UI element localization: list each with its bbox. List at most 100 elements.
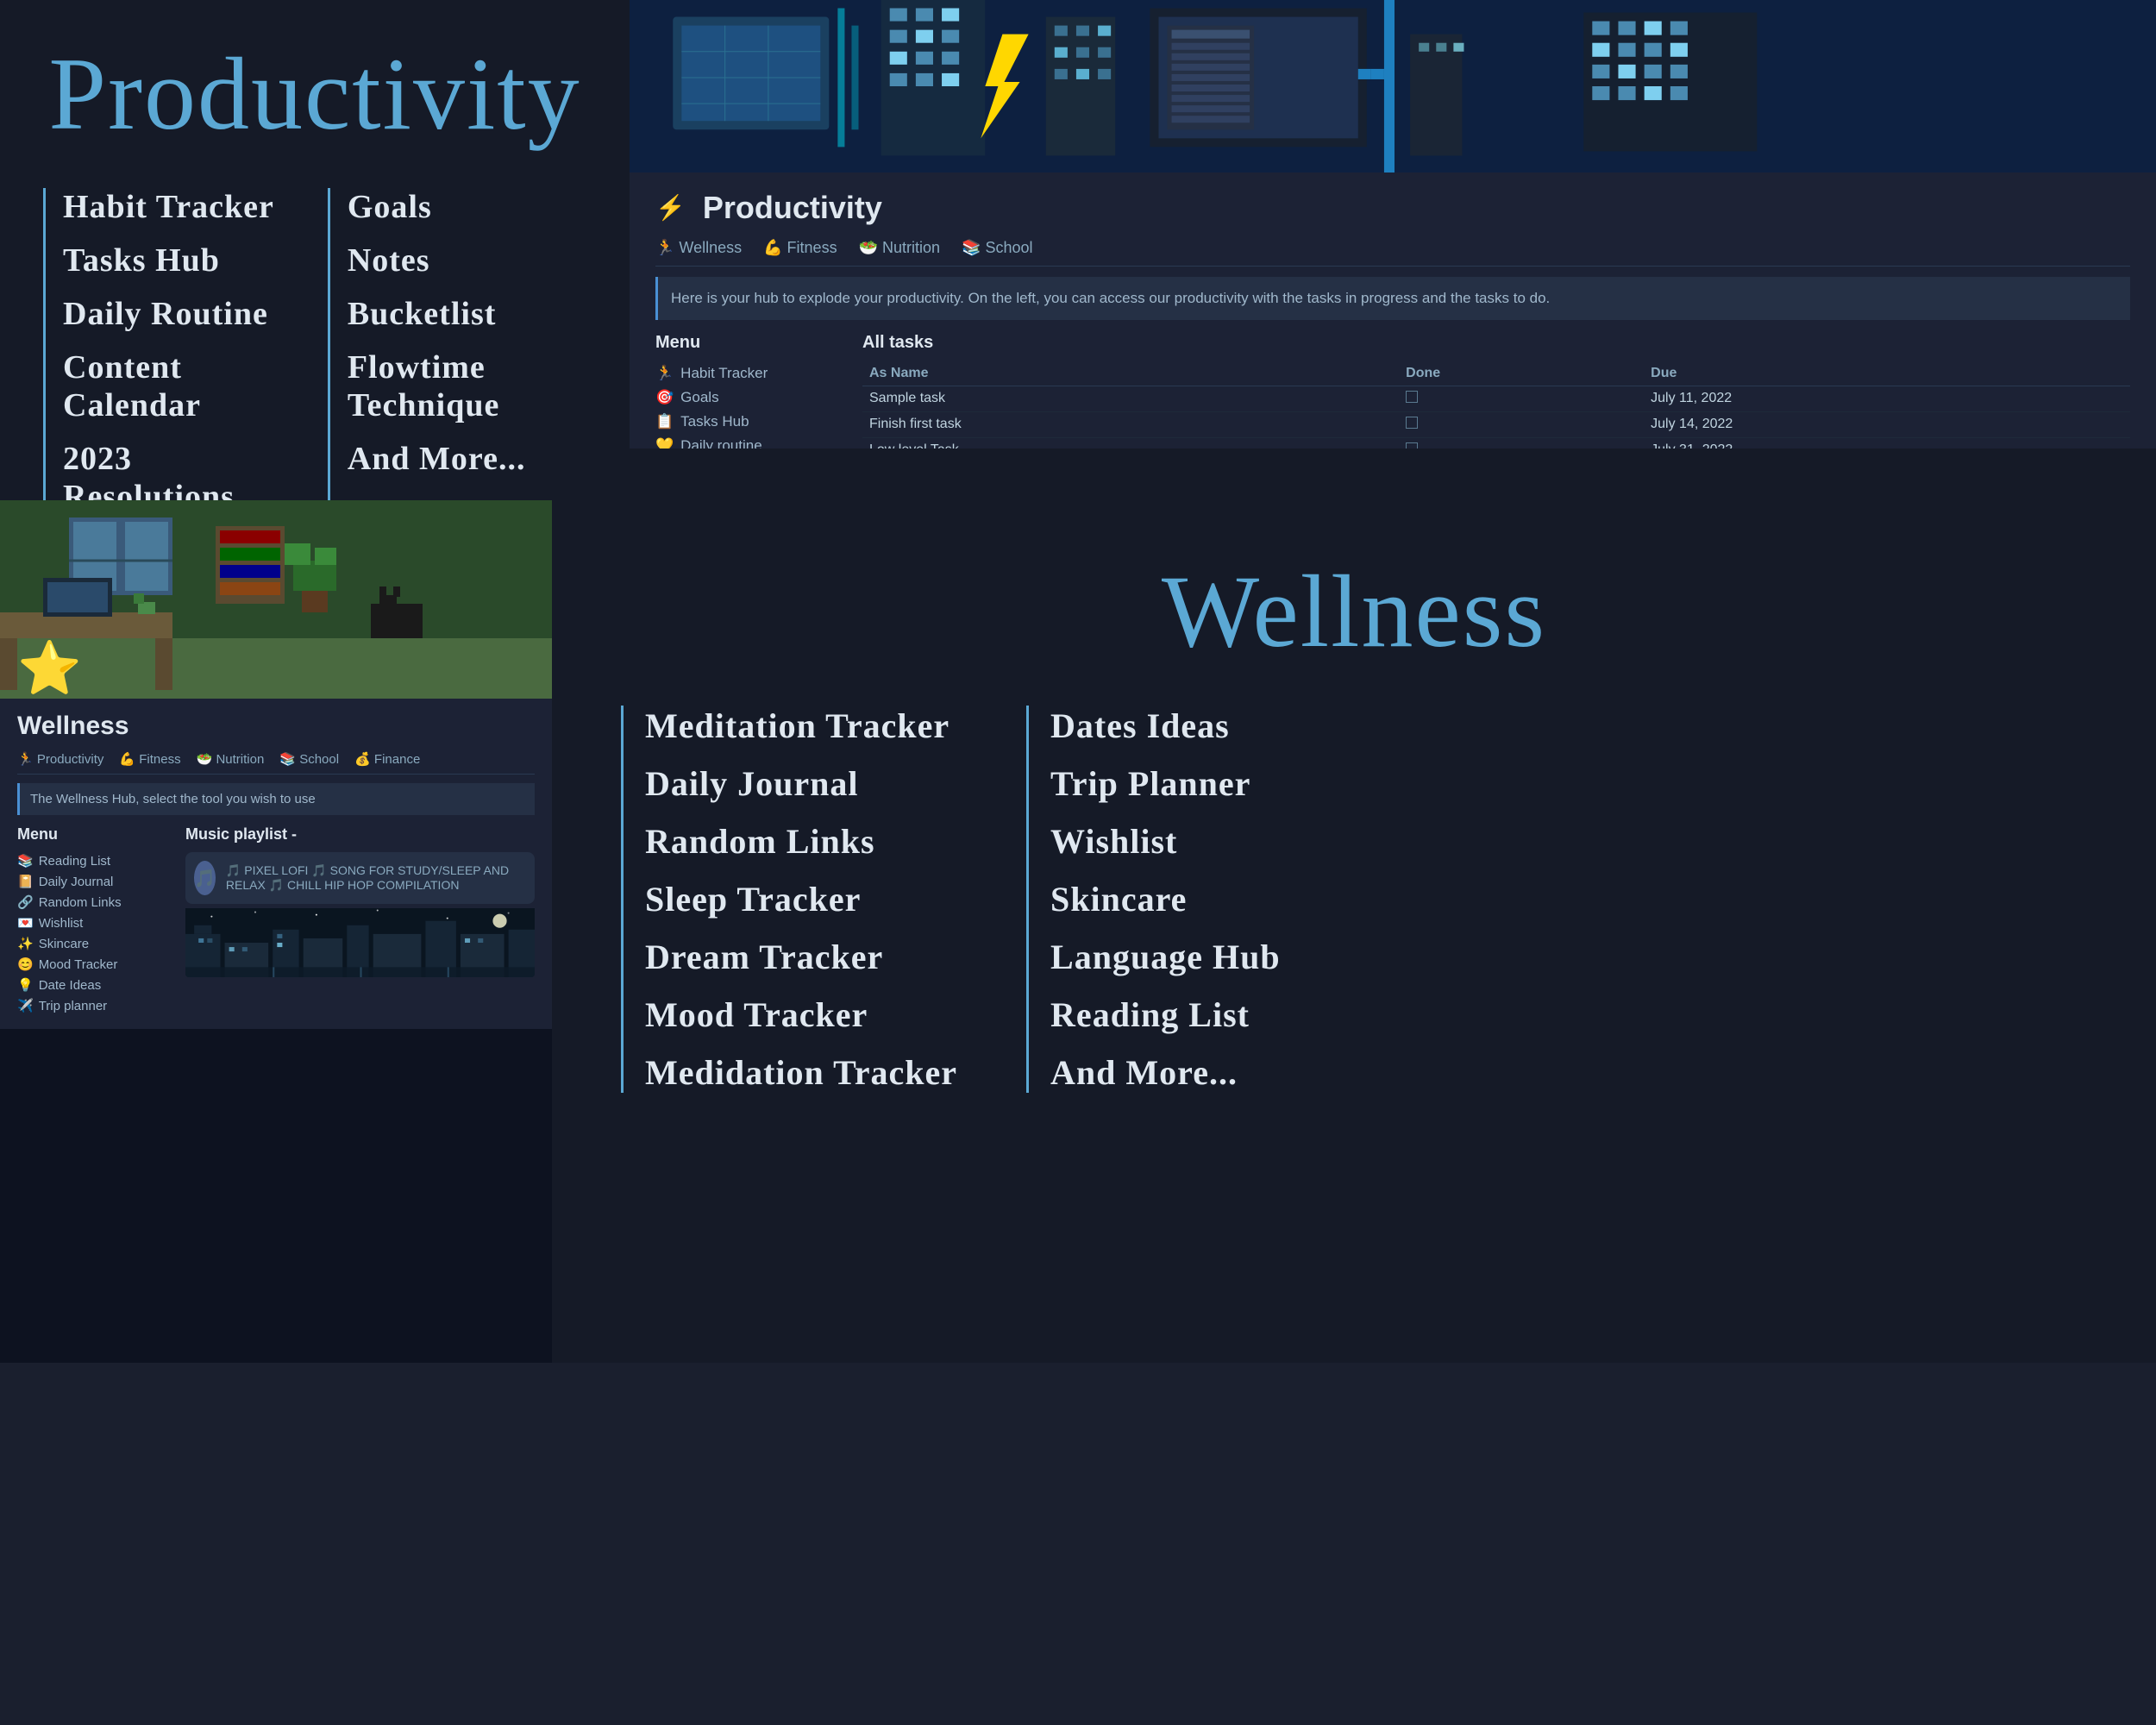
feature-flowtime: Flowtime Technique (348, 348, 586, 424)
nav-fitness[interactable]: 💪Fitness (763, 239, 837, 257)
wellness-col2: Dates Ideas Trip Planner Wishlist Skinca… (1026, 706, 1281, 1093)
menu-reading-list[interactable]: 📚Reading List (17, 850, 172, 871)
feature-bucketlist: Bucketlist (348, 295, 586, 333)
nav-nutrition[interactable]: 🥗Nutrition (859, 239, 940, 257)
app-title-bar: ⚡ Productivity (655, 190, 2130, 226)
top-section: Productivity Habit Tracker Tasks Hub Dai… (0, 0, 2156, 448)
city-night-svg (185, 908, 535, 977)
feature-goals: Goals (348, 188, 586, 226)
task-due-1: July 11, 2022 (1644, 386, 2130, 411)
feature-daily-routine: Daily Routine (63, 295, 276, 333)
col-due: Due (1644, 361, 2130, 386)
menu-mood-tracker[interactable]: 😊Mood Tracker (17, 954, 172, 975)
task-done-3[interactable] (1399, 437, 1644, 448)
wellness-app-nav: 🏃 Productivity 💪 Fitness 🥗 Nutrition 📚 S… (17, 751, 535, 775)
music-track-info: 🎵 PIXEL LOFI 🎵 SONG FOR STUDY/SLEEP AND … (226, 863, 526, 893)
wellness-daily-journal: Daily Journal (645, 763, 957, 804)
music-section-title: Music playlist - (185, 825, 535, 844)
wellness-nav-finance[interactable]: 💰 Finance (354, 751, 420, 767)
menu-wishlist[interactable]: 💌Wishlist (17, 913, 172, 933)
wellness-reading-list: Reading List (1050, 994, 1281, 1035)
wellness-main-title: Wellness (621, 552, 2087, 671)
wellness-app-screenshot: ⭐ Wellness 🏃 Productivity 💪 Fitness 🥗 Nu… (0, 500, 552, 1363)
room-scene-svg: ⭐ (0, 500, 552, 699)
menu-item-habit[interactable]: 🏃Habit Tracker (655, 361, 845, 386)
task-done-1[interactable] (1399, 386, 1644, 411)
bottom-section: ⭐ Wellness 🏃 Productivity 💪 Fitness 🥗 Nu… (0, 500, 2156, 1363)
productivity-title: Productivity (43, 34, 586, 154)
menu-item-goals[interactable]: 🎯Goals (655, 386, 845, 410)
nav-school[interactable]: 📚School (962, 239, 1032, 257)
pixel-art-office-scene (630, 0, 2156, 172)
wellness-dates-ideas: Dates Ideas (1050, 706, 1281, 746)
wellness-description: The Wellness Hub, select the tool you wi… (17, 783, 535, 815)
music-player[interactable]: 🎵 🎵 PIXEL LOFI 🎵 SONG FOR STUDY/SLEEP AN… (185, 852, 535, 904)
feature-and-more: And More... (348, 440, 586, 478)
col-name: As Name (862, 361, 1399, 386)
wellness-language-hub: Language Hub (1050, 937, 1281, 977)
task-done-2[interactable] (1399, 411, 1644, 437)
wellness-wishlist: Wishlist (1050, 821, 1281, 862)
menu-daily-journal[interactable]: 📔Daily Journal (17, 871, 172, 892)
feature-content-calendar: Content Calendar (63, 348, 276, 424)
table-row: Sample task July 11, 2022 (862, 386, 2130, 411)
wellness-medidation: Medidation Tracker (645, 1052, 957, 1093)
wellness-mood-tracker: Mood Tracker (645, 994, 957, 1035)
wellness-dream-tracker: Dream Tracker (645, 937, 957, 977)
app-description: Here is your hub to explode your product… (655, 277, 2130, 320)
wellness-menu-title: Menu (17, 825, 172, 844)
wellness-nav-school[interactable]: 📚 School (279, 751, 339, 767)
tasks-table: As Name Done Due Sample task July 11, 20… (862, 361, 2130, 449)
features-col2: Goals Notes Bucketlist Flowtime Techniqu… (328, 188, 586, 516)
pixel-art-room-scene: ⭐ (0, 500, 552, 699)
features-col1: Habit Tracker Tasks Hub Daily Routine Co… (43, 188, 276, 516)
feature-tasks-hub: Tasks Hub (63, 242, 276, 279)
wellness-sleep-tracker: Sleep Tracker (645, 879, 957, 919)
tasks-title: All tasks (862, 333, 2130, 353)
music-section: Music playlist - 🎵 🎵 PIXEL LOFI 🎵 SONG F… (185, 825, 535, 1016)
wellness-nav-productivity[interactable]: 🏃 Productivity (17, 751, 103, 767)
music-avatar: 🎵 (194, 861, 216, 895)
feature-habit-tracker: Habit Tracker (63, 188, 276, 226)
wellness-and-more: And More... (1050, 1052, 1281, 1093)
app-menu: Menu 🏃Habit Tracker 🎯Goals 📋Tasks Hub 💛D… (655, 333, 845, 449)
wellness-random-links: Random Links (645, 821, 957, 862)
table-row: Finish first task July 14, 2022 (862, 411, 2130, 437)
task-due-2: July 14, 2022 (1644, 411, 2130, 437)
productivity-description-panel: Productivity Habit Tracker Tasks Hub Dai… (0, 0, 630, 448)
music-city-background (185, 908, 535, 977)
menu-skincare[interactable]: ✨Skincare (17, 933, 172, 954)
features-grid: Habit Tracker Tasks Hub Daily Routine Co… (43, 188, 586, 516)
svg-text:⭐: ⭐ (17, 638, 82, 697)
wellness-nav-fitness[interactable]: 💪 Fitness (119, 751, 180, 767)
wellness-app-ui: Wellness 🏃 Productivity 💪 Fitness 🥗 Nutr… (0, 699, 552, 1029)
wellness-col1: Meditation Tracker Daily Journal Random … (621, 706, 957, 1093)
menu-item-tasks[interactable]: 📋Tasks Hub (655, 410, 845, 434)
office-scene-svg (630, 0, 2156, 172)
wellness-meditation: Meditation Tracker (645, 706, 957, 746)
wellness-description-panel: Wellness Meditation Tracker Daily Journa… (552, 500, 2156, 1363)
wellness-menu: Menu 📚Reading List 📔Daily Journal 🔗Rando… (17, 825, 172, 1016)
productivity-app-screenshot: ⚡ Productivity 🏃Wellness 💪Fitness 🥗Nutri… (630, 0, 2156, 448)
wellness-trip-planner: Trip Planner (1050, 763, 1281, 804)
task-name-3: Low level Task (862, 437, 1399, 448)
productivity-app-ui: ⚡ Productivity 🏃Wellness 💪Fitness 🥗Nutri… (630, 172, 2156, 448)
app-content-grid: Menu 🏃Habit Tracker 🎯Goals 📋Tasks Hub 💛D… (655, 333, 2130, 449)
wellness-content-grid: Menu 📚Reading List 📔Daily Journal 🔗Rando… (17, 825, 535, 1016)
menu-title: Menu (655, 333, 845, 353)
menu-item-daily[interactable]: 💛Daily routine (655, 434, 845, 449)
task-name-1: Sample task (862, 386, 1399, 411)
wellness-skincare: Skincare (1050, 879, 1281, 919)
menu-random-links[interactable]: 🔗Random Links (17, 892, 172, 913)
wellness-app-title: Wellness (17, 712, 535, 741)
menu-trip-planner[interactable]: ✈️Trip planner (17, 995, 172, 1016)
task-due-3: July 31, 2022 (1644, 437, 2130, 448)
col-done: Done (1399, 361, 1644, 386)
nav-wellness[interactable]: 🏃Wellness (655, 239, 742, 257)
table-row: Low level Task July 31, 2022 (862, 437, 2130, 448)
wellness-nav-nutrition[interactable]: 🥗 Nutrition (197, 751, 265, 767)
feature-notes: Notes (348, 242, 586, 279)
menu-date-ideas[interactable]: 💡Date Ideas (17, 975, 172, 995)
app-tasks-panel: All tasks As Name Done Due Sample task (862, 333, 2130, 449)
wellness-features-grid: Meditation Tracker Daily Journal Random … (621, 706, 2087, 1093)
